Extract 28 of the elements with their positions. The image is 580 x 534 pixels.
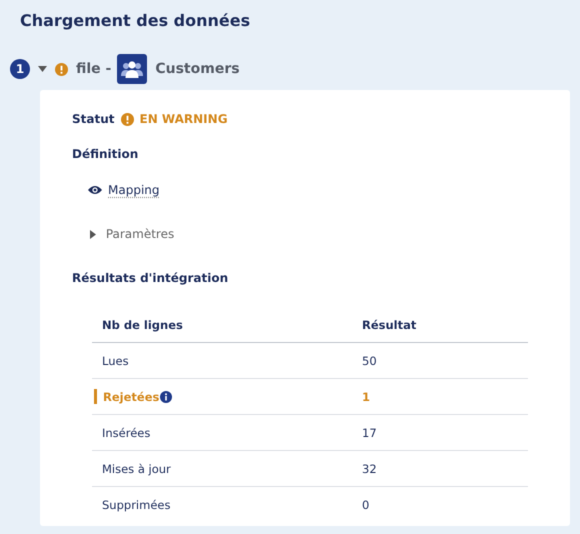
table-cell: Insérées xyxy=(102,426,150,440)
column-header: Nb de lignes xyxy=(102,318,183,332)
table-cell: Mises à jour xyxy=(102,462,171,476)
table-cell: Supprimées xyxy=(102,498,170,512)
mapping-link[interactable]: Mapping xyxy=(108,183,160,197)
table-cell: Lues xyxy=(102,354,129,368)
caret-icon[interactable] xyxy=(38,66,47,72)
table-cell: 17 xyxy=(362,426,377,440)
table-cell: 50 xyxy=(362,354,377,368)
section-title: Définition xyxy=(72,147,138,161)
users-icon xyxy=(121,60,144,78)
section-title: Résultats d'intégration xyxy=(72,271,228,285)
step-number: 1 xyxy=(10,59,30,79)
table-cell: 0 xyxy=(362,498,370,512)
source-name: Customers xyxy=(155,61,240,77)
table-cell: 1 xyxy=(362,390,370,404)
column-header: Résultat xyxy=(362,318,416,332)
eye-icon xyxy=(88,185,102,195)
status-label: Statut xyxy=(72,112,114,126)
warning-icon xyxy=(120,112,134,126)
parameters-toggle[interactable]: Paramètres xyxy=(90,225,538,243)
caret-icon xyxy=(90,230,96,238)
file-label: file - xyxy=(76,61,112,77)
status-value: EN WARNING xyxy=(140,112,228,126)
table-cell: 32 xyxy=(362,462,377,476)
table-cell: Rejetées xyxy=(103,390,160,404)
info-icon[interactable] xyxy=(160,390,172,402)
page-title: Chargement des données xyxy=(20,10,252,32)
